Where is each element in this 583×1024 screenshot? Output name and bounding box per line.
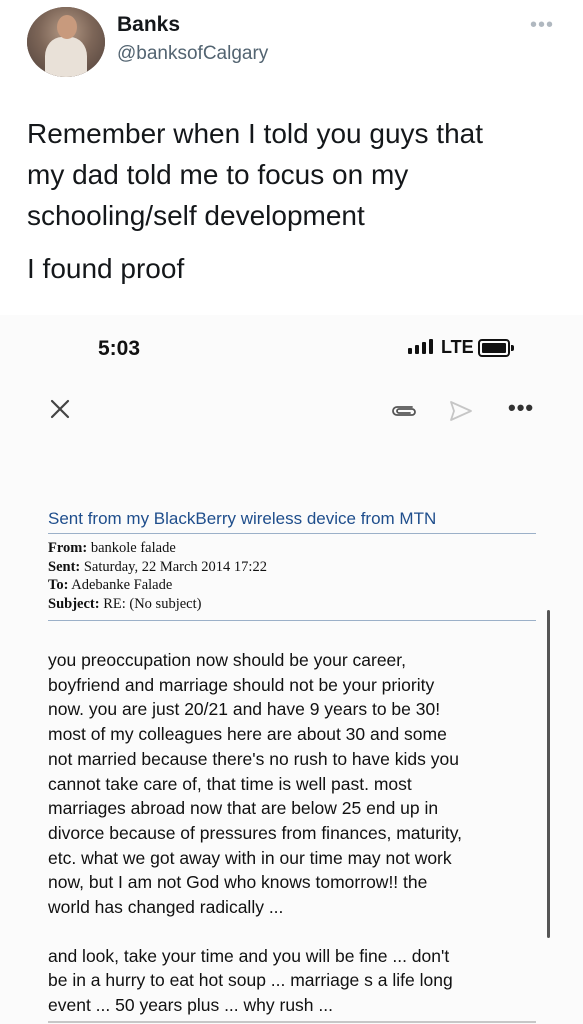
tweet-text: Remember when I told you guys that my da… <box>27 113 567 289</box>
to-row: To: Adebanke Falade <box>48 576 267 595</box>
email-headers: From: bankole falade Sent: Saturday, 22 … <box>48 539 267 613</box>
signature-line: Sent from my BlackBerry wireless device … <box>48 509 437 528</box>
subject-value: RE: (No subject) <box>103 595 202 612</box>
avatar-head <box>57 15 77 39</box>
close-icon[interactable] <box>48 397 72 421</box>
avatar-figure <box>45 37 87 77</box>
email-body: you preoccupation now should be your car… <box>48 648 536 1018</box>
more-icon[interactable]: ••• <box>508 395 534 421</box>
sent-row: Sent: Saturday, 22 March 2014 17:22 <box>48 558 267 577</box>
from-label: From: <box>48 540 88 556</box>
paperclip-icon[interactable] <box>388 401 418 421</box>
author-handle[interactable]: @banksofCalgary <box>117 43 268 65</box>
signal-icon <box>408 339 433 354</box>
battery-icon <box>478 339 514 357</box>
email-paragraph: you preoccupation now should be your car… <box>48 650 463 918</box>
divider <box>48 1021 536 1023</box>
network-label: LTE <box>441 337 474 357</box>
avatar[interactable] <box>27 7 105 77</box>
sent-value: Saturday, 22 March 2014 17:22 <box>83 558 267 575</box>
divider <box>48 620 536 621</box>
email-paragraph: and look, take your time and you will be… <box>48 945 453 1016</box>
to-label: To: <box>48 577 69 593</box>
from-row: From: bankole falade <box>48 539 267 558</box>
send-icon[interactable] <box>448 399 474 423</box>
from-value: bankole falade <box>90 540 176 556</box>
sent-label: Sent: <box>48 558 81 575</box>
tweet-line: I found proof <box>27 253 185 284</box>
to-value: Adebanke Falade <box>71 577 173 593</box>
ellipsis-icon[interactable]: ••• <box>530 14 554 37</box>
author-name[interactable]: Banks <box>117 13 180 37</box>
tweet-line: schooling/self development <box>27 200 365 231</box>
subject-label: Subject: <box>48 595 100 612</box>
divider <box>48 533 536 534</box>
email-screenshot: 5:03 LTE ••• Sent from my BlackBerry wir… <box>0 315 583 1024</box>
tweet-line: Remember when I told you guys that <box>27 118 484 149</box>
tweet-line: my dad told me to focus on my <box>27 159 409 190</box>
scrollbar[interactable] <box>547 610 550 938</box>
subject-row: Subject: RE: (No subject) <box>48 595 267 614</box>
status-time: 5:03 <box>98 337 141 360</box>
